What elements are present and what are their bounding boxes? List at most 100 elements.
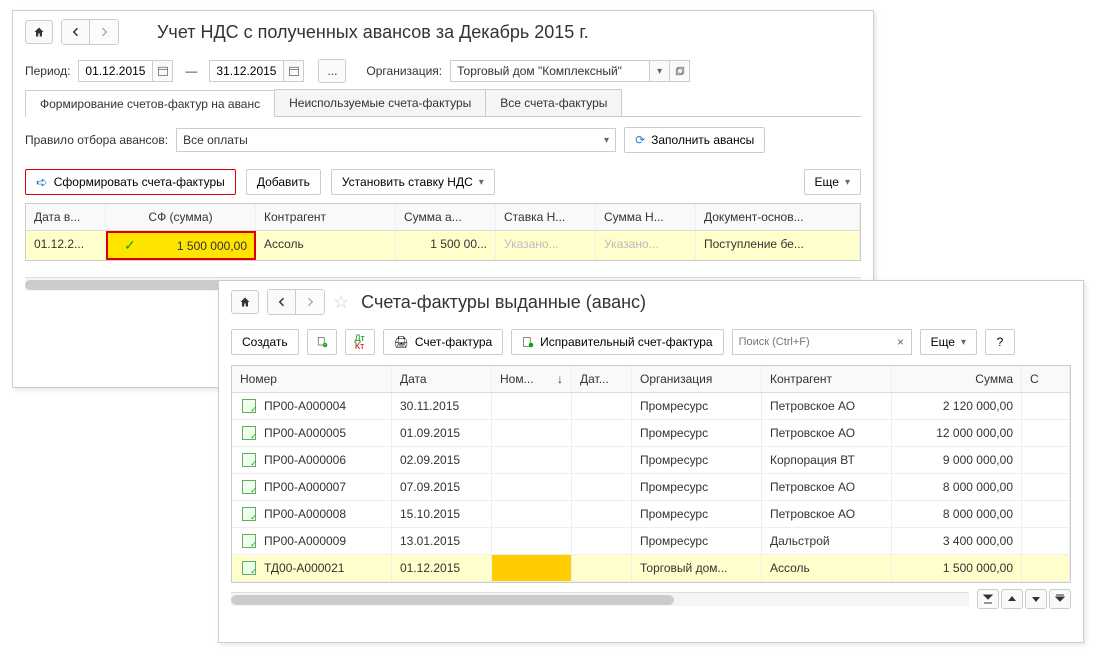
col-date[interactable]: Дата в... [26,204,106,230]
refresh-icon: ⟳ [635,133,645,147]
calendar-from-button[interactable] [153,60,173,82]
cell-cp: Петровское АО [762,501,892,527]
table-row[interactable]: ПР00-А00000602.09.2015ПромресурсКорпорац… [232,447,1070,474]
cell-org: Промресурс [632,501,762,527]
cell-sum: 3 400 000,00 [892,528,1022,554]
set-vat-rate-button[interactable]: Установить ставку НДС ▾ [331,169,495,195]
add-button[interactable]: Добавить [246,169,321,195]
more-button[interactable]: Еще ▾ [804,169,861,195]
date-from-input[interactable] [78,60,153,82]
org-open-button[interactable] [670,60,690,82]
arrow-right-icon: ➪ [36,174,48,191]
table-row[interactable]: ПР00-А00000913.01.2015ПромресурсДальстро… [232,528,1070,555]
cell-sf-sum: ✓ 1 500 000,00 [106,231,256,260]
col-sum-n[interactable]: Сумма Н... [596,204,696,230]
col-org[interactable]: Организация [632,366,762,392]
period-label: Период: [25,64,70,78]
org-input[interactable]: Торговый дом "Комплексный" [450,60,650,82]
forward-button[interactable] [296,290,324,314]
toolbar: Создать + ДтКт Счет-фактура Исправительн… [219,323,1083,365]
sort-down-icon: ↓ [557,372,563,386]
nav-group [267,289,325,315]
col-counterparty[interactable]: Контрагент [256,204,396,230]
col-doc[interactable]: Документ-основ... [696,204,860,230]
cell-date: 01.12.2015 [392,555,492,581]
window-issued-invoices: ☆ Счета-фактуры выданные (аванс) Создать… [218,280,1084,643]
col-date[interactable]: Дата [392,366,492,392]
col-sf-sum[interactable]: СФ (сумма) [106,204,256,230]
dash-separator: — [185,64,197,78]
search-clear-button[interactable]: × [891,335,911,349]
more-button[interactable]: Еще ▾ [920,329,977,355]
home-button[interactable] [231,290,259,314]
cell-sum-value: 1 500 000,00 [154,239,247,253]
chevron-down-icon: ▾ [845,177,850,188]
scrollbar-horizontal[interactable] [231,592,969,606]
cell-number: ПР00-А000007 [232,474,392,500]
correction-invoice-label: Исправительный счет-фактура [540,335,712,349]
doc-icon [240,480,258,494]
cell-number: ПР00-А000008 [232,501,392,527]
tab-unused-invoices[interactable]: Неиспользуемые счета-фактуры [274,89,486,116]
rule-value: Все оплаты [183,133,248,147]
back-button[interactable] [62,20,90,44]
invoice-button[interactable]: Счет-фактура [383,329,504,355]
nav-up-button[interactable] [1001,589,1023,609]
calendar-to-button[interactable] [284,60,304,82]
cell-nom [492,501,572,527]
tab-form-invoices[interactable]: Формирование счетов-фактур на аванс [25,90,275,117]
col-nom[interactable]: Ном... ↓ [492,366,572,392]
cell-date: 30.11.2015 [392,393,492,419]
cell-doc: Поступление бе... [696,231,860,260]
col-sum[interactable]: Сумма [892,366,1022,392]
cell-org: Промресурс [632,393,762,419]
cell-dat [572,501,632,527]
correction-invoice-button[interactable]: Исправительный счет-фактура [511,329,723,355]
nav-down-button[interactable] [1025,589,1047,609]
nav-last-button[interactable] [1049,589,1071,609]
col-rate[interactable]: Ставка Н... [496,204,596,230]
cell-date: 01.09.2015 [392,420,492,446]
svg-text:+: + [323,343,326,348]
cell-dat [572,447,632,473]
table-row[interactable]: ПР00-А00000501.09.2015ПромресурсПетровск… [232,420,1070,447]
back-button[interactable] [268,290,296,314]
search-input[interactable] [733,336,891,348]
cell-org: Промресурс [632,528,762,554]
table-row[interactable]: ПР00-А00000815.10.2015ПромресурсПетровск… [232,501,1070,528]
col-sum-a[interactable]: Сумма а... [396,204,496,230]
cell-sum: 1 500 000,00 [892,555,1022,581]
org-dropdown-button[interactable]: ▾ [650,60,670,82]
star-icon[interactable]: ☆ [333,292,349,313]
nav-group [61,19,119,45]
dt-kt-button[interactable]: ДтКт [345,329,375,355]
cell-cp: Петровское АО [762,420,892,446]
cell-org: Промресурс [632,474,762,500]
period-picker-button[interactable]: ... [318,59,346,83]
table-row[interactable]: 01.12.2... ✓ 1 500 000,00 Ассоль 1 500 0… [26,231,860,260]
copy-button[interactable]: + [307,329,337,355]
table-row[interactable]: ТД00-А00002101.12.2015Торговый дом...Асс… [232,555,1070,582]
doc-icon [240,561,258,575]
home-button[interactable] [25,20,53,44]
fill-advances-button[interactable]: ⟳ Заполнить авансы [624,127,765,153]
tab-all-invoices[interactable]: Все счета-фактуры [485,89,622,116]
date-to-input[interactable] [209,60,284,82]
nav-first-button[interactable] [977,589,999,609]
create-button[interactable]: Создать [231,329,299,355]
forward-button[interactable] [90,20,118,44]
rule-select[interactable]: Все оплаты ▾ [176,128,616,152]
col-s[interactable]: С [1022,366,1070,392]
cell-nom [492,420,572,446]
cell-s [1022,447,1070,473]
help-button[interactable]: ? [985,329,1015,355]
table-header: Номер Дата Ном... ↓ Дат... Организация К… [232,366,1070,393]
form-invoices-button[interactable]: ➪ Сформировать счета-фактуры [25,169,236,195]
table-row[interactable]: ПР00-А00000430.11.2015ПромресурсПетровск… [232,393,1070,420]
table-row[interactable]: ПР00-А00000707.09.2015ПромресурсПетровск… [232,474,1070,501]
col-cp[interactable]: Контрагент [762,366,892,392]
more-label: Еще [815,175,839,189]
col-number[interactable]: Номер [232,366,392,392]
col-dat[interactable]: Дат... [572,366,632,392]
cell-sum: 8 000 000,00 [892,474,1022,500]
